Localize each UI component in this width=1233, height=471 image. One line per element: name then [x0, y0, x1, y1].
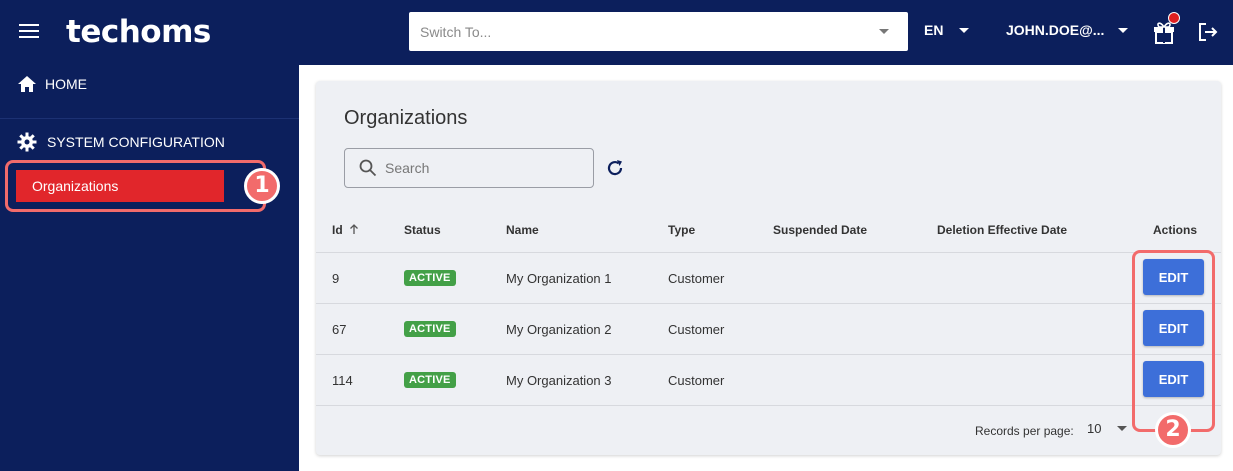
cell-id: 67	[332, 322, 347, 337]
callout-highlight-2	[1132, 250, 1215, 432]
chevron-down-icon	[879, 29, 889, 34]
switch-to-dropdown[interactable]	[409, 12, 908, 51]
callout-badge-1: 1	[244, 168, 280, 204]
refresh-icon[interactable]	[604, 157, 626, 179]
cell-name: My Organization 1	[506, 271, 612, 286]
column-header-id[interactable]: Id	[332, 223, 360, 237]
callout-badge-2: 2	[1155, 412, 1191, 448]
records-per-page-label: Records per page:	[975, 424, 1074, 438]
table-row: 67 ACTIVE My Organization 2 Customer EDI…	[316, 304, 1221, 355]
language-selector[interactable]: EN	[924, 22, 970, 38]
logout-icon[interactable]	[1197, 21, 1219, 43]
cell-name: My Organization 3	[506, 373, 612, 388]
search-input[interactable]	[385, 149, 585, 187]
cell-type: Customer	[668, 322, 725, 337]
page-title: Organizations	[344, 107, 468, 129]
language-label: EN	[924, 22, 944, 38]
search-box[interactable]	[344, 148, 594, 188]
column-header-type: Type	[668, 223, 696, 237]
sort-ascending-icon[interactable]	[348, 223, 360, 235]
column-header-actions: Actions	[1153, 223, 1198, 237]
user-menu[interactable]: JOHN.DOE@...	[1006, 22, 1129, 38]
column-header-name: Name	[506, 223, 539, 237]
cell-type: Customer	[668, 271, 725, 286]
chevron-down-icon	[1117, 426, 1128, 431]
chevron-down-icon	[959, 27, 970, 33]
organizations-card: Organizations Id Status Name Type Suspen…	[316, 81, 1221, 455]
records-per-page-select[interactable]: 10	[1087, 421, 1128, 436]
sidebar-item-label: SYSTEM CONFIGURATION	[47, 134, 225, 150]
chevron-down-icon	[1118, 27, 1129, 33]
notification-dot	[1168, 12, 1180, 24]
cell-type: Customer	[668, 373, 725, 388]
cell-id: 114	[332, 373, 353, 388]
sidebar-item-system-configuration[interactable]: SYSTEM CONFIGURATION	[17, 132, 225, 152]
status-badge: ACTIVE	[404, 270, 456, 286]
column-header-deletion-effective-date: Deletion Effective Date	[937, 223, 1068, 237]
status-badge: ACTIVE	[404, 321, 456, 337]
switch-to-input[interactable]	[409, 12, 908, 51]
sidebar-divider	[0, 118, 299, 119]
user-label: JOHN.DOE@...	[1006, 22, 1105, 38]
table-row: 114 ACTIVE My Organization 3 Customer ED…	[316, 355, 1221, 406]
cell-id: 9	[332, 271, 340, 286]
table-row: 9 ACTIVE My Organization 1 Customer EDIT	[316, 253, 1221, 304]
records-per-page-value: 10	[1087, 421, 1102, 436]
top-bar: techoms EN JOHN.DOE@...	[0, 0, 1233, 65]
search-icon	[359, 159, 377, 177]
home-icon	[18, 76, 36, 92]
column-header-status: Status	[404, 223, 441, 237]
sidebar-item-home[interactable]: HOME	[17, 75, 87, 93]
column-header-suspended-date: Suspended Date	[773, 223, 868, 237]
gear-icon	[17, 132, 37, 152]
hamburger-icon[interactable]	[19, 24, 39, 40]
logo: techoms	[66, 14, 211, 50]
cell-name: My Organization 2	[506, 322, 612, 337]
status-badge: ACTIVE	[404, 372, 456, 388]
sidebar: HOME SYSTEM CONFIGURATION Organizations	[0, 65, 299, 471]
sidebar-item-label: HOME	[45, 76, 87, 92]
table-header: Id Status Name Type Suspended Date Delet…	[316, 211, 1221, 253]
callout-highlight-1	[5, 160, 266, 212]
